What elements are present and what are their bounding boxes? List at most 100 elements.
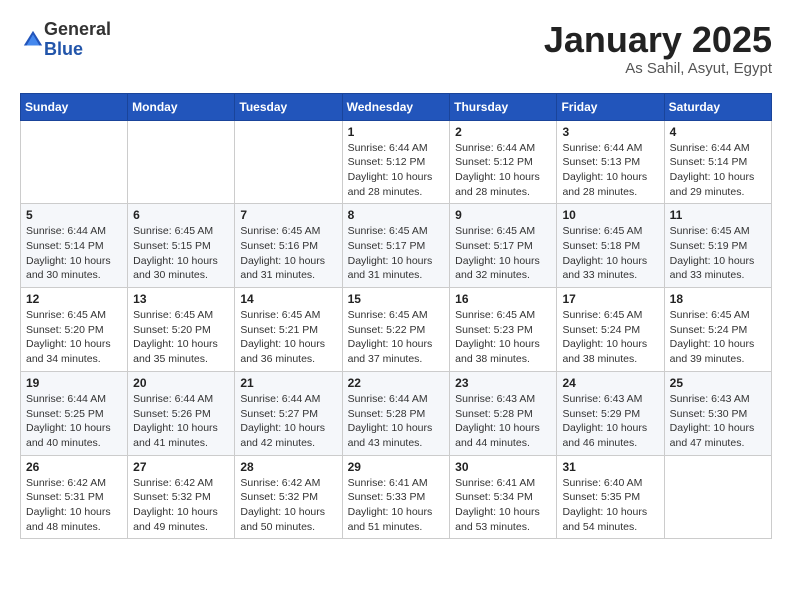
weekday-header-wednesday: Wednesday [342,93,450,120]
day-info: Sunrise: 6:44 AM Sunset: 5:26 PM Dayligh… [133,392,229,451]
calendar-cell: 5Sunrise: 6:44 AM Sunset: 5:14 PM Daylig… [21,204,128,288]
calendar-cell: 20 Sunrise: 6:44 AM Sunset: 5:26 PM Dayli… [128,371,235,455]
logo-icon [22,29,44,51]
day-number: 7 [240,208,336,222]
day-info: Sunrise: 6:44 AM Sunset: 5:14 PM Dayligh… [670,141,766,200]
day-number: 14 [240,292,336,306]
day-info: Sunrise: 6:45 AM Sunset: 5:16 PM Dayligh… [240,224,336,283]
day-number: 17 [562,292,658,306]
logo: General Blue [20,20,111,60]
day-number: 23 [455,376,551,390]
calendar-cell: 21 Sunrise: 6:44 AM Sunset: 5:27 PM Dayli… [235,371,342,455]
weekday-header-saturday: Saturday [664,93,771,120]
day-number: 19 [26,376,122,390]
calendar-cell: 15 Sunrise: 6:45 AM Sunset: 5:22 PM Dayli… [342,288,450,372]
day-info: Sunrise: 6:40 AM Sunset: 5:35 PM Dayligh… [562,476,658,535]
day-number: 6 [133,208,229,222]
day-number: 12 [26,292,122,306]
day-number: 21 [240,376,336,390]
day-info: Sunrise: 6:45 AM Sunset: 5:21 PM Dayligh… [240,308,336,367]
day-info: Sunrise: 6:43 AM Sunset: 5:28 PM Dayligh… [455,392,551,451]
calendar-cell: 31 Sunrise: 6:40 AM Sunset: 5:35 PM Dayli… [557,455,664,539]
calendar-cell: 9Sunrise: 6:45 AM Sunset: 5:17 PM Daylig… [450,204,557,288]
day-info: Sunrise: 6:45 AM Sunset: 5:20 PM Dayligh… [26,308,122,367]
calendar-week-3: 12 Sunrise: 6:45 AM Sunset: 5:20 PM Dayli… [21,288,772,372]
weekday-header-row: SundayMondayTuesdayWednesdayThursdayFrid… [21,93,772,120]
day-number: 2 [455,125,551,139]
day-number: 16 [455,292,551,306]
day-info: Sunrise: 6:44 AM Sunset: 5:13 PM Dayligh… [562,141,658,200]
day-info: Sunrise: 6:45 AM Sunset: 5:18 PM Dayligh… [562,224,658,283]
calendar-cell: 18Sunrise: 6:45 AM Sunset: 5:24 PM Dayli… [664,288,771,372]
weekday-header-monday: Monday [128,93,235,120]
day-info: Sunrise: 6:45 AM Sunset: 5:24 PM Dayligh… [670,308,766,367]
calendar-week-4: 19 Sunrise: 6:44 AM Sunset: 5:25 PM Dayli… [21,371,772,455]
day-info: Sunrise: 6:45 AM Sunset: 5:23 PM Dayligh… [455,308,551,367]
day-info: Sunrise: 6:45 AM Sunset: 5:17 PM Dayligh… [455,224,551,283]
calendar-cell: 14 Sunrise: 6:45 AM Sunset: 5:21 PM Dayli… [235,288,342,372]
day-info: Sunrise: 6:44 AM Sunset: 5:27 PM Dayligh… [240,392,336,451]
weekday-header-sunday: Sunday [21,93,128,120]
location-subtitle: As Sahil, Asyut, Egypt [544,60,772,77]
calendar-cell: 4 Sunrise: 6:44 AM Sunset: 5:14 PM Daylig… [664,120,771,204]
calendar-cell: 24Sunrise: 6:43 AM Sunset: 5:29 PM Dayli… [557,371,664,455]
day-number: 31 [562,460,658,474]
day-number: 10 [562,208,658,222]
calendar-cell: 12 Sunrise: 6:45 AM Sunset: 5:20 PM Dayli… [21,288,128,372]
logo-general-text: General [44,19,111,39]
day-number: 29 [348,460,445,474]
calendar-cell: 11Sunrise: 6:45 AM Sunset: 5:19 PM Dayli… [664,204,771,288]
calendar-cell: 1 Sunrise: 6:44 AM Sunset: 5:12 PM Daylig… [342,120,450,204]
calendar-cell: 3 Sunrise: 6:44 AM Sunset: 5:13 PM Daylig… [557,120,664,204]
calendar-week-1: 1 Sunrise: 6:44 AM Sunset: 5:12 PM Daylig… [21,120,772,204]
day-number: 8 [348,208,445,222]
calendar-cell [128,120,235,204]
calendar-cell: 13Sunrise: 6:45 AM Sunset: 5:20 PM Dayli… [128,288,235,372]
weekday-header-friday: Friday [557,93,664,120]
calendar-cell [235,120,342,204]
calendar-cell: 17Sunrise: 6:45 AM Sunset: 5:24 PM Dayli… [557,288,664,372]
calendar-cell: 23 Sunrise: 6:43 AM Sunset: 5:28 PM Dayli… [450,371,557,455]
calendar-cell: 19 Sunrise: 6:44 AM Sunset: 5:25 PM Dayli… [21,371,128,455]
day-info: Sunrise: 6:45 AM Sunset: 5:15 PM Dayligh… [133,224,229,283]
calendar-cell: 26Sunrise: 6:42 AM Sunset: 5:31 PM Dayli… [21,455,128,539]
day-info: Sunrise: 6:42 AM Sunset: 5:31 PM Dayligh… [26,476,122,535]
title-block: January 2025 As Sahil, Asyut, Egypt [544,20,772,77]
day-info: Sunrise: 6:42 AM Sunset: 5:32 PM Dayligh… [133,476,229,535]
day-number: 24 [562,376,658,390]
calendar-table: SundayMondayTuesdayWednesdayThursdayFrid… [20,93,772,540]
month-title: January 2025 [544,20,772,60]
day-info: Sunrise: 6:44 AM Sunset: 5:25 PM Dayligh… [26,392,122,451]
day-info: Sunrise: 6:44 AM Sunset: 5:28 PM Dayligh… [348,392,445,451]
calendar-cell: 27 Sunrise: 6:42 AM Sunset: 5:32 PM Dayli… [128,455,235,539]
day-number: 20 [133,376,229,390]
day-info: Sunrise: 6:44 AM Sunset: 5:12 PM Dayligh… [348,141,445,200]
day-number: 15 [348,292,445,306]
calendar-cell: 2 Sunrise: 6:44 AM Sunset: 5:12 PM Daylig… [450,120,557,204]
day-info: Sunrise: 6:42 AM Sunset: 5:32 PM Dayligh… [240,476,336,535]
day-info: Sunrise: 6:41 AM Sunset: 5:34 PM Dayligh… [455,476,551,535]
day-number: 30 [455,460,551,474]
calendar-week-5: 26Sunrise: 6:42 AM Sunset: 5:31 PM Dayli… [21,455,772,539]
calendar-cell: 28 Sunrise: 6:42 AM Sunset: 5:32 PM Dayli… [235,455,342,539]
calendar-week-2: 5Sunrise: 6:44 AM Sunset: 5:14 PM Daylig… [21,204,772,288]
weekday-header-tuesday: Tuesday [235,93,342,120]
calendar-cell: 8 Sunrise: 6:45 AM Sunset: 5:17 PM Daylig… [342,204,450,288]
day-info: Sunrise: 6:45 AM Sunset: 5:19 PM Dayligh… [670,224,766,283]
day-number: 1 [348,125,445,139]
calendar-cell: 22Sunrise: 6:44 AM Sunset: 5:28 PM Dayli… [342,371,450,455]
day-number: 25 [670,376,766,390]
calendar-cell [664,455,771,539]
day-number: 27 [133,460,229,474]
weekday-header-thursday: Thursday [450,93,557,120]
day-info: Sunrise: 6:44 AM Sunset: 5:12 PM Dayligh… [455,141,551,200]
day-number: 28 [240,460,336,474]
calendar-cell: 25Sunrise: 6:43 AM Sunset: 5:30 PM Dayli… [664,371,771,455]
day-info: Sunrise: 6:45 AM Sunset: 5:20 PM Dayligh… [133,308,229,367]
calendar-cell: 7 Sunrise: 6:45 AM Sunset: 5:16 PM Daylig… [235,204,342,288]
day-info: Sunrise: 6:45 AM Sunset: 5:17 PM Dayligh… [348,224,445,283]
day-info: Sunrise: 6:45 AM Sunset: 5:22 PM Dayligh… [348,308,445,367]
day-number: 3 [562,125,658,139]
calendar-cell: 16 Sunrise: 6:45 AM Sunset: 5:23 PM Dayli… [450,288,557,372]
day-number: 4 [670,125,766,139]
